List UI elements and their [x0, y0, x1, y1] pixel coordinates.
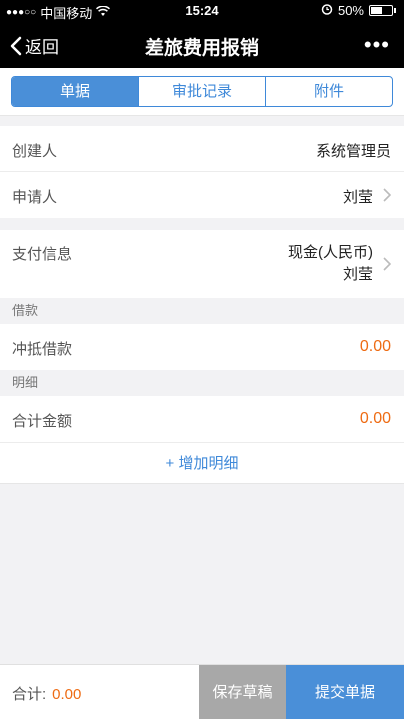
basic-info-section: 创建人 系统管理员 申请人 刘莹 — [0, 126, 404, 218]
segmented-tabs: 单据 审批记录 附件 — [11, 76, 393, 107]
total-amount-label: 合计金额 — [12, 413, 73, 430]
applicant-value: 刘莹 — [342, 189, 373, 206]
footer-total-value: 0.00 — [52, 686, 82, 703]
chevron-right-icon — [383, 257, 391, 271]
creator-row: 创建人 系统管理员 — [0, 126, 404, 172]
save-draft-button[interactable]: 保存草稿 — [199, 665, 286, 719]
payment-label: 支付信息 — [12, 246, 73, 263]
battery-percent: 50% — [337, 3, 364, 18]
total-amount-value: 0.00 — [359, 410, 391, 427]
creator-label: 创建人 — [12, 143, 58, 160]
chevron-right-icon — [383, 188, 391, 202]
offset-loan-label: 冲抵借款 — [12, 341, 73, 358]
add-detail-button[interactable]: + 增加明细 — [0, 442, 404, 484]
payment-value: 现金(人民币) 刘莹 — [288, 242, 373, 286]
offset-loan-amount: 0.00 — [359, 338, 391, 355]
loan-section-header: 借款 — [0, 298, 404, 324]
tabs-container: 单据 审批记录 附件 — [0, 68, 404, 116]
status-right: 50% — [321, 3, 396, 18]
page-title: 差旅费用报销 — [144, 38, 259, 59]
applicant-row[interactable]: 申请人 刘莹 — [0, 172, 404, 218]
payment-method: 现金(人民币) — [288, 244, 373, 261]
total-amount-row: 合计金额 0.00 — [0, 396, 404, 442]
status-bar: ●●●○○ 中国移动 15:24 50% — [0, 0, 404, 22]
navigation-bar: 返回 差旅费用报销 ••• — [0, 22, 404, 68]
payment-section: 支付信息 现金(人民币) 刘莹 — [0, 230, 404, 298]
footer-total-label: 合计: — [12, 686, 47, 703]
creator-value: 系统管理员 — [315, 143, 391, 160]
applicant-label: 申请人 — [12, 189, 58, 206]
tab-approval-records[interactable]: 审批记录 — [138, 77, 265, 106]
detail-section: 合计金额 0.00 — [0, 396, 404, 442]
payee-name: 刘莹 — [342, 266, 373, 283]
offset-loan-row[interactable]: 冲抵借款 0.00 — [0, 324, 404, 370]
battery-icon — [369, 5, 393, 16]
submit-document-button[interactable]: 提交单据 — [286, 665, 404, 719]
footer-total: 合计: 0.00 — [12, 683, 81, 704]
bottom-action-bar: 合计: 0.00 保存草稿 提交单据 — [0, 664, 404, 719]
alarm-icon — [321, 3, 333, 18]
payment-row[interactable]: 支付信息 现金(人民币) 刘莹 — [0, 230, 404, 298]
detail-section-header: 明细 — [0, 370, 404, 396]
battery-cap — [394, 8, 396, 13]
loan-section: 冲抵借款 0.00 — [0, 324, 404, 370]
more-options-button[interactable]: ••• — [364, 32, 390, 58]
tab-document[interactable]: 单据 — [12, 77, 138, 106]
tab-attachments[interactable]: 附件 — [265, 77, 392, 106]
